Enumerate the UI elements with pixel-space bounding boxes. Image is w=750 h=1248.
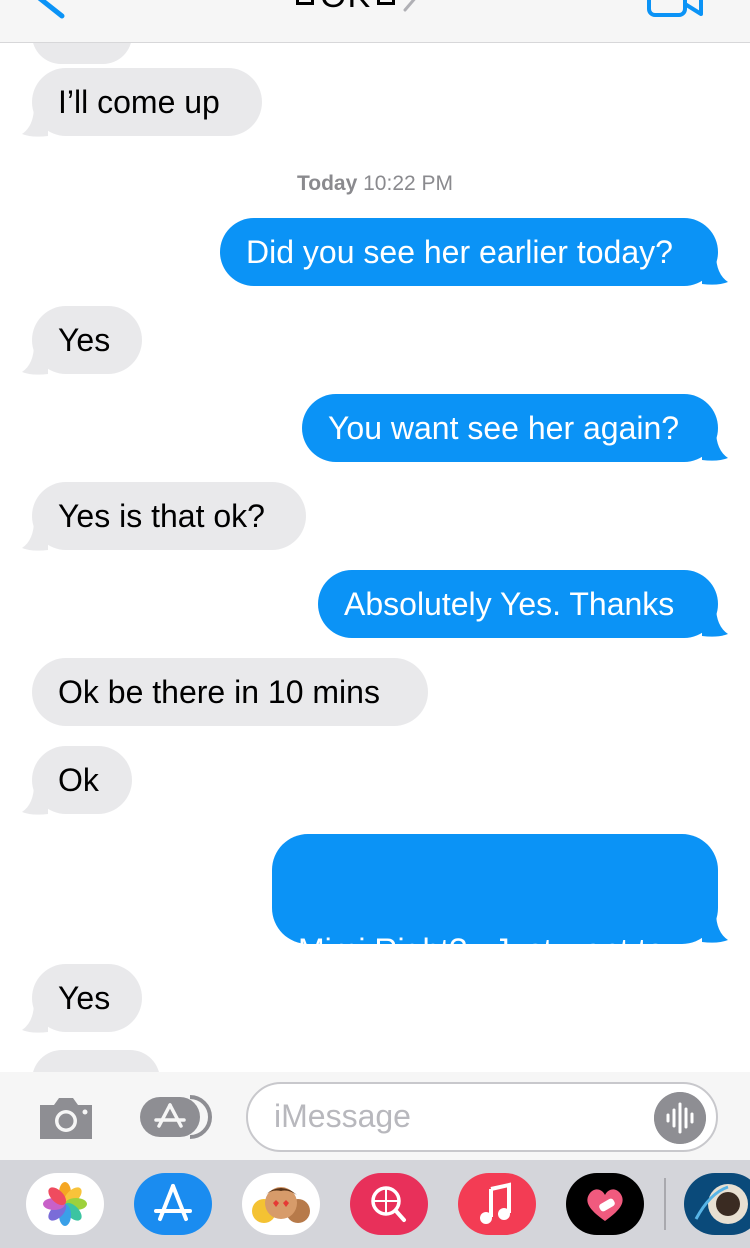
photos-icon[interactable] xyxy=(26,1173,104,1235)
bubble-tail xyxy=(702,606,728,637)
chevron-left-icon[interactable] xyxy=(30,0,70,20)
bubble-tail xyxy=(702,430,728,461)
airline-app-icon[interactable] xyxy=(684,1173,750,1235)
app-drawer xyxy=(0,1160,750,1248)
message-text: Ok xyxy=(58,42,99,58)
outgoing-message[interactable]: You want see her again? xyxy=(302,394,718,462)
app-store-icon[interactable] xyxy=(134,1173,212,1235)
drawer-divider xyxy=(664,1178,666,1230)
incoming-message[interactable]: Ok xyxy=(32,42,132,64)
video-camera-icon[interactable] xyxy=(646,0,704,18)
message-text: Ok be there in 10 mins xyxy=(58,674,380,710)
outgoing-message[interactable]: Did you see her earlier today? xyxy=(220,218,718,286)
message-text: I’ll come up xyxy=(58,84,220,120)
chevron-right-icon xyxy=(403,0,416,12)
bubble-tail xyxy=(702,254,728,285)
message-text: Did you see her earlier today? xyxy=(246,234,673,270)
message-text: Yes xyxy=(58,322,111,358)
heart-sticker-icon[interactable] xyxy=(566,1173,644,1235)
incoming-message-partial[interactable] xyxy=(32,1050,160,1072)
music-icon[interactable] xyxy=(458,1173,536,1235)
timestamp: Today 10:22 PM xyxy=(0,172,750,196)
conversation-header: OK xyxy=(0,0,750,43)
bubble-tail xyxy=(22,784,48,815)
message-text: You want see her again? xyxy=(328,410,680,446)
incoming-message[interactable]: Ok be there in 10 mins xyxy=(32,658,428,726)
message-text-line: make sure xyxy=(298,1053,692,1072)
outgoing-message[interactable]: Mimi Right? Just want to make sure xyxy=(272,834,718,1072)
outgoing-message[interactable]: Absolutely Yes. Thanks xyxy=(318,570,718,638)
camera-icon[interactable] xyxy=(36,1095,96,1141)
bubble-tail xyxy=(22,106,48,137)
bubble-tail xyxy=(22,1002,48,1033)
message-input-placeholder: iMessage xyxy=(274,1098,411,1134)
bubble-tail xyxy=(702,912,728,943)
message-text: Yes xyxy=(58,980,111,1016)
contact-emoji-box xyxy=(296,0,314,5)
compose-bar: iMessage xyxy=(0,1072,750,1160)
app-store-icon[interactable] xyxy=(138,1094,214,1140)
timestamp-day: Today xyxy=(296,172,358,195)
message-text: Absolutely Yes. Thanks xyxy=(344,586,675,622)
bubble-tail xyxy=(22,520,48,551)
message-thread[interactable]: Ok I’ll come up Today 10:22 PM Did you s… xyxy=(0,42,750,1072)
contact-name: OK xyxy=(320,0,371,16)
timestamp-time: 10:22 PM xyxy=(363,172,454,195)
memoji-icon[interactable] xyxy=(242,1173,320,1235)
incoming-message[interactable]: Yes is that ok? xyxy=(32,482,306,550)
audio-waveform-icon[interactable] xyxy=(654,1092,706,1144)
bubble-tail xyxy=(22,344,48,375)
message-text: Yes is that ok? xyxy=(58,498,265,534)
message-text: Ok xyxy=(58,762,99,798)
contact-emoji-box xyxy=(377,0,396,5)
message-input[interactable]: iMessage xyxy=(246,1082,718,1152)
web-search-icon[interactable] xyxy=(350,1173,428,1235)
contact-title[interactable]: OK xyxy=(296,0,421,18)
message-text-line: Mimi Right? Just want to xyxy=(298,932,665,968)
incoming-message[interactable]: I’ll come up xyxy=(32,68,262,136)
